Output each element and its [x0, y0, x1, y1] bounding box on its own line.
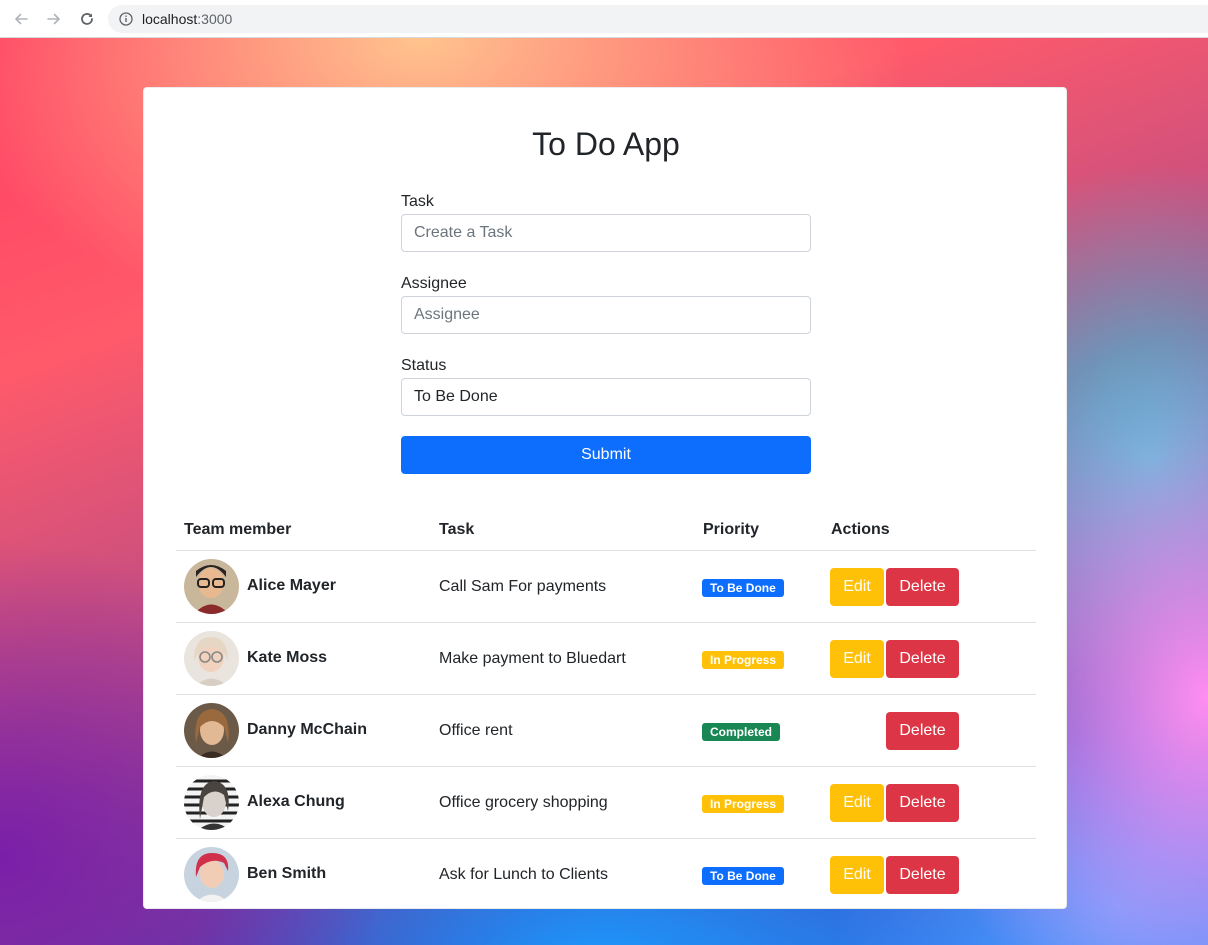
submit-button[interactable]: Submit [401, 436, 811, 474]
reload-button[interactable] [75, 7, 99, 31]
avatar [184, 559, 239, 614]
assignee-input[interactable] [401, 296, 811, 334]
url-port: :3000 [197, 11, 233, 27]
edit-button[interactable]: Edit [830, 640, 884, 678]
avatar [184, 775, 239, 830]
forward-button[interactable] [42, 7, 66, 31]
url-text: localhost:3000 [142, 11, 232, 27]
member-name: Danny McChain [247, 721, 368, 738]
priority-badge: To Be Done [702, 867, 784, 885]
header-team-member: Team member [184, 521, 292, 538]
address-bar[interactable]: localhost:3000 [108, 5, 1208, 33]
avatar [184, 631, 239, 686]
avatar [184, 847, 239, 902]
task-text: Office rent [439, 722, 513, 739]
info-icon[interactable] [119, 12, 133, 26]
header-actions: Actions [831, 521, 890, 538]
edit-button[interactable]: Edit [830, 856, 884, 894]
task-text: Ask for Lunch to Clients [439, 866, 608, 883]
avatar [184, 703, 239, 758]
table-row: Danny McChain Office rent Completed Dele… [176, 695, 1036, 767]
priority-badge: Completed [702, 723, 781, 741]
todo-card: To Do App Task Assignee Status To Be Don… [143, 87, 1067, 909]
delete-button[interactable]: Delete [886, 568, 959, 606]
member-name: Alexa Chung [247, 793, 345, 810]
table-row: Alexa Chung Office grocery shopping In P… [176, 767, 1036, 839]
back-button[interactable] [9, 7, 33, 31]
status-label: Status [401, 357, 447, 374]
delete-button[interactable]: Delete [886, 640, 959, 678]
url-host: localhost [142, 11, 198, 27]
member-name: Kate Moss [247, 649, 328, 666]
table-row: Alice Mayer Call Sam For payments To Be … [176, 551, 1036, 623]
task-text: Call Sam For payments [439, 578, 607, 595]
status-selected-value: To Be Done [414, 388, 498, 405]
priority-badge: In Progress [702, 795, 785, 813]
arrow-left-icon [15, 13, 28, 25]
page-title: To Do App [532, 126, 680, 162]
task-text: Office grocery shopping [439, 794, 608, 811]
delete-button[interactable]: Delete [886, 784, 959, 822]
delete-button[interactable]: Delete [886, 712, 959, 750]
header-priority: Priority [703, 521, 760, 538]
header-task: Task [439, 521, 475, 538]
edit-button[interactable]: Edit [830, 568, 884, 606]
member-name: Alice Mayer [247, 577, 336, 594]
arrow-right-icon [47, 13, 60, 25]
assignee-label: Assignee [401, 275, 467, 292]
table-row: Kate Moss Make payment to Bluedart In Pr… [176, 623, 1036, 695]
table-row: Ben Smith Ask for Lunch to Clients To Be… [176, 839, 1036, 911]
browser-toolbar: localhost:3000 [0, 0, 1208, 38]
priority-badge: To Be Done [702, 579, 784, 597]
task-label: Task [401, 193, 434, 210]
delete-button[interactable]: Delete [886, 856, 959, 894]
reload-icon [81, 13, 93, 25]
task-text: Make payment to Bluedart [439, 650, 626, 667]
edit-button[interactable]: Edit [830, 784, 884, 822]
task-input[interactable] [401, 214, 811, 252]
priority-badge: In Progress [702, 651, 785, 669]
status-select[interactable]: To Be Done [401, 378, 811, 416]
member-name: Ben Smith [247, 865, 327, 882]
